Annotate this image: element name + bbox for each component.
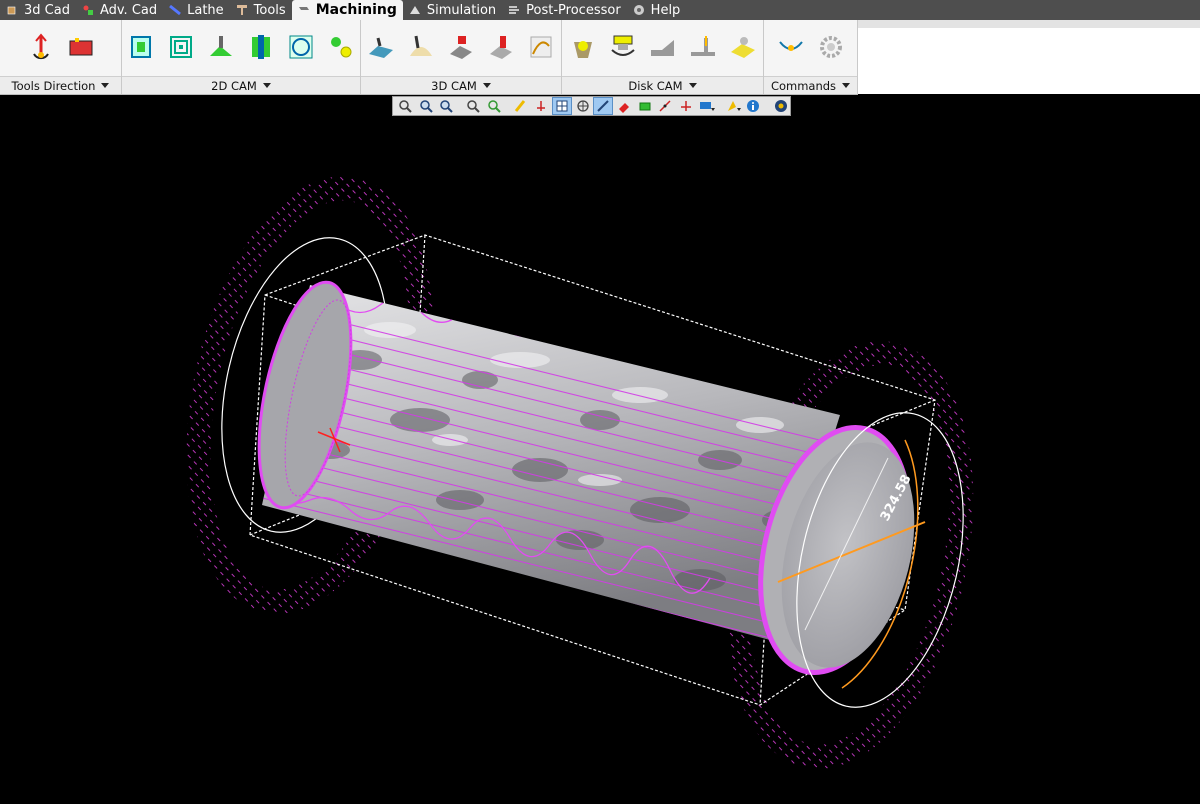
menu-bar: 3d Cad Adv. Cad Lathe Tools Machining Si…	[0, 0, 1200, 20]
circular-pocket-icon[interactable]	[284, 30, 318, 64]
pencil-tool-icon[interactable]	[512, 98, 530, 114]
pencil-icon[interactable]	[484, 30, 518, 64]
caret-down-icon	[482, 83, 491, 88]
menu-label: 3d Cad	[24, 2, 70, 18]
zoom-previous-icon[interactable]	[485, 98, 503, 114]
lathe-icon	[169, 4, 182, 16]
help-icon	[633, 4, 645, 16]
ribbon-group-label[interactable]: 2D CAM	[122, 76, 360, 94]
menu-tools[interactable]: Tools	[230, 0, 292, 20]
ribbon-empty-area	[858, 20, 1200, 94]
zoom-out-icon[interactable]	[437, 98, 455, 114]
rotate-view-icon[interactable]	[574, 98, 592, 114]
cube-icon	[6, 4, 18, 16]
roughing-icon[interactable]	[364, 30, 398, 64]
menu-label: Tools	[253, 2, 286, 18]
caret-down-icon	[262, 83, 271, 88]
simulation-icon	[409, 4, 421, 16]
menu-adv-cad[interactable]: Adv. Cad	[76, 0, 163, 20]
link-paths-icon[interactable]	[774, 30, 808, 64]
ribbon-group-label[interactable]: Commands	[764, 76, 857, 94]
layer-icon[interactable]	[636, 98, 654, 114]
tool-icon	[236, 4, 248, 16]
help-view-icon[interactable]	[772, 98, 790, 114]
ribbon-group-label[interactable]: Disk CAM	[562, 76, 763, 94]
display-mode-icon[interactable]	[698, 98, 716, 114]
axis-icon[interactable]	[677, 98, 695, 114]
view-toolbar	[392, 96, 791, 116]
scene: 324.58	[186, 176, 974, 769]
ribbon-group-tools-direction: Tools Direction	[0, 20, 122, 94]
pocket-icon[interactable]	[164, 30, 198, 64]
post-processor-icon	[508, 4, 520, 16]
surface-icon[interactable]	[524, 30, 558, 64]
menu-label: Simulation	[426, 2, 497, 18]
caret-down-icon	[101, 83, 110, 88]
tools-icon	[82, 4, 94, 16]
ribbon-group-label[interactable]: 3D CAM	[361, 76, 561, 94]
profile-icon[interactable]	[244, 30, 278, 64]
info-icon[interactable]	[746, 98, 764, 114]
tool-direction-icon[interactable]	[24, 30, 58, 64]
measure-icon[interactable]	[593, 97, 614, 115]
menu-label: Help	[650, 2, 681, 18]
drill-icon[interactable]	[204, 30, 238, 64]
menu-label: Post-Processor	[526, 2, 621, 18]
menu-lathe[interactable]: Lathe	[163, 0, 230, 20]
disk-roughing-icon[interactable]	[606, 30, 640, 64]
ribbon-group-2d-cam: 2D CAM	[122, 20, 361, 94]
menu-post-processor[interactable]: Post-Processor	[502, 0, 627, 20]
ribbon-group-disk-cam: Disk CAM	[562, 20, 764, 94]
zoom-extents-icon[interactable]	[464, 98, 482, 114]
menu-help[interactable]: Help	[627, 0, 687, 20]
menu-label: Lathe	[187, 2, 224, 18]
menu-label: Machining	[315, 2, 397, 18]
waterline-icon[interactable]	[444, 30, 478, 64]
zoom-window-icon[interactable]	[396, 98, 414, 114]
ribbon: Tools Direction 2D CAM 3D CAM Disk CAM C…	[0, 20, 858, 95]
caret-down-icon	[842, 83, 851, 88]
machining-icon	[298, 4, 310, 16]
3d-viewport[interactable]: 324.58	[0, 117, 1200, 800]
gear-icon[interactable]	[814, 30, 848, 64]
points-icon[interactable]	[324, 30, 358, 64]
section-icon[interactable]	[615, 98, 633, 114]
ribbon-group-commands: Commands	[764, 20, 858, 94]
disk-cut-icon[interactable]	[566, 30, 600, 64]
menu-3d-cad[interactable]: 3d Cad	[0, 0, 76, 20]
disk-profile-icon[interactable]	[646, 30, 680, 64]
cursor-icon[interactable]	[532, 98, 550, 114]
disk-slot-icon[interactable]	[686, 30, 720, 64]
menu-machining[interactable]: Machining	[291, 0, 403, 20]
caret-down-icon	[688, 83, 697, 88]
menu-label: Adv. Cad	[99, 2, 158, 18]
ribbon-group-label[interactable]: Tools Direction	[0, 76, 121, 94]
zoom-in-icon[interactable]	[417, 98, 435, 114]
contour-icon[interactable]	[124, 30, 158, 64]
line-tool-icon[interactable]	[657, 98, 675, 114]
grid-view-icon[interactable]	[552, 97, 572, 115]
disk-surface-icon[interactable]	[726, 30, 760, 64]
finishing-icon[interactable]	[404, 30, 438, 64]
menu-simulation[interactable]: Simulation	[403, 0, 502, 20]
paint-icon[interactable]	[725, 98, 743, 114]
ribbon-group-3d-cam: 3D CAM	[361, 20, 562, 94]
stock-box-icon[interactable]	[64, 30, 98, 64]
